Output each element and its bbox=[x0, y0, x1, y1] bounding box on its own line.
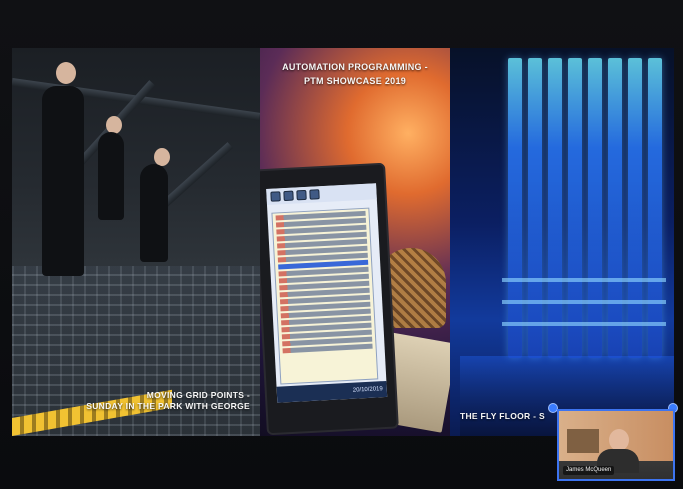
laptop-toolbar bbox=[266, 183, 377, 205]
fly-rail bbox=[502, 278, 666, 282]
caption-fly-floor: THE FLY FLOOR - S bbox=[460, 411, 545, 421]
person-1-body bbox=[42, 86, 84, 276]
taskbar-date: 20/10/2019 bbox=[352, 386, 383, 394]
caption-moving-grid-points: MOVING GRID POINTS - SUNDAY IN THE PARK … bbox=[86, 390, 250, 412]
laptop-screen: 20/10/2019 bbox=[266, 183, 388, 403]
caption-left-line2: SUNDAY IN THE PARK WITH GEORGE bbox=[86, 401, 250, 411]
toolbar-icon-1 bbox=[270, 191, 281, 202]
photo-panel-fly-floor: THE FLY FLOOR - S bbox=[450, 48, 674, 436]
cue-list bbox=[271, 207, 379, 385]
fly-column bbox=[628, 58, 642, 358]
fly-column bbox=[648, 58, 662, 358]
person-3-body bbox=[140, 164, 168, 262]
video-tile-left-marker bbox=[549, 404, 557, 412]
screen-frame: MOVING GRID POINTS - SUNDAY IN THE PARK … bbox=[0, 0, 683, 489]
fly-column bbox=[568, 58, 582, 358]
fly-column bbox=[548, 58, 562, 358]
caption-automation-programming: AUTOMATION PROGRAMMING - PTM SHOWCASE 20… bbox=[260, 60, 450, 88]
toolbar-icon-2 bbox=[283, 190, 294, 202]
laptop: 20/10/2019 bbox=[260, 164, 397, 434]
fly-column bbox=[608, 58, 622, 358]
video-background-shelf bbox=[567, 429, 599, 453]
caption-left-line1: MOVING GRID POINTS - bbox=[146, 390, 250, 400]
caption-mid-line2: PTM SHOWCASE 2019 bbox=[303, 76, 407, 86]
photo-panel-grid-points: MOVING GRID POINTS - SUNDAY IN THE PARK … bbox=[12, 48, 260, 436]
photo-panel-automation-programming: AUTOMATION PROGRAMMING - PTM SHOWCASE 20… bbox=[260, 48, 450, 436]
fly-column bbox=[528, 58, 542, 358]
caption-mid-line1: AUTOMATION PROGRAMMING - bbox=[282, 62, 428, 72]
laptop-taskbar: 20/10/2019 bbox=[276, 380, 388, 403]
fly-column bbox=[508, 58, 522, 358]
participant-head bbox=[609, 429, 629, 451]
person-1-head bbox=[56, 62, 76, 84]
person-2-body bbox=[98, 132, 124, 220]
fly-rail bbox=[502, 300, 666, 304]
fly-column bbox=[588, 58, 602, 358]
participant-name-label: James McQueen bbox=[563, 466, 615, 475]
toolbar-icon-4 bbox=[309, 189, 320, 200]
video-participant-tile[interactable]: James McQueen bbox=[557, 409, 675, 481]
fly-rail bbox=[502, 322, 666, 326]
toolbar-icon-3 bbox=[296, 189, 307, 201]
